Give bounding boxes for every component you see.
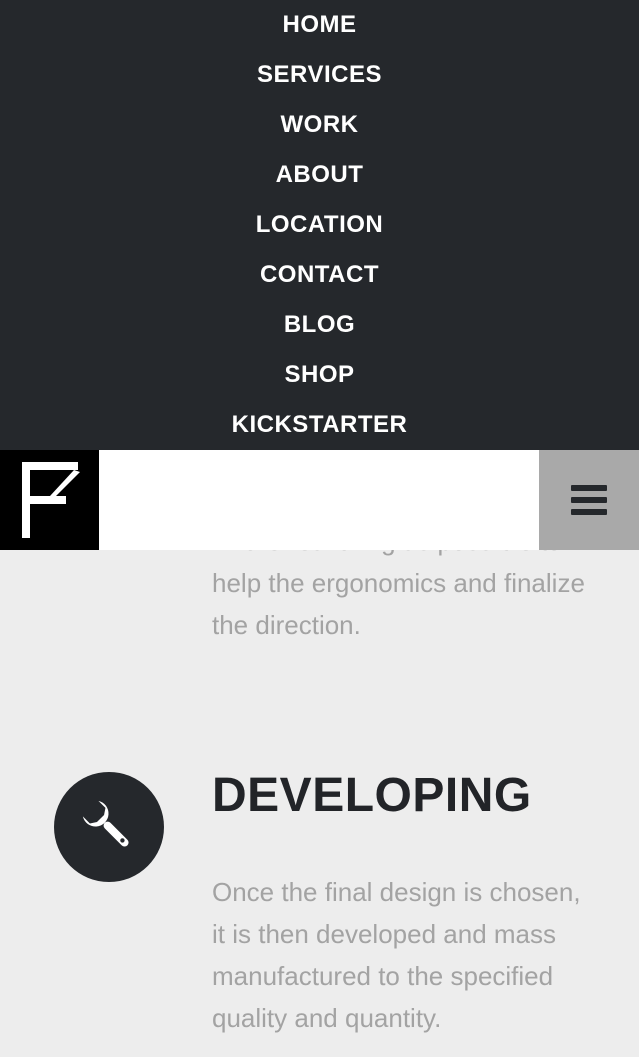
menu-item-services: SERVICES — [0, 50, 639, 100]
developing-icon-circle — [54, 772, 164, 882]
menu-item-kickstarter: KICKSTARTER — [0, 400, 639, 450]
menu-item-home: HOME — [0, 0, 639, 50]
main-navigation-menu: HOME SERVICES WORK ABOUT LOCATION CONTAC… — [0, 0, 639, 450]
menu-toggle-button[interactable] — [539, 450, 639, 550]
menu-item-blog: BLOG — [0, 300, 639, 350]
site-header — [0, 450, 639, 550]
wrench-icon — [82, 800, 129, 847]
menu-link-shop[interactable]: SHOP — [284, 361, 354, 389]
menu-link-work[interactable]: WORK — [281, 111, 359, 139]
developing-description: Once the final design is chosen, it is t… — [212, 877, 581, 1033]
menu-item-location: LOCATION — [0, 200, 639, 250]
developing-title: DEVELOPING — [212, 769, 532, 822]
fk-logo-icon — [22, 462, 80, 538]
menu-item-contact: CONTACT — [0, 250, 639, 300]
menu-link-services[interactable]: SERVICES — [257, 61, 382, 89]
menu-link-location[interactable]: LOCATION — [256, 211, 384, 239]
menu-link-about[interactable]: ABOUT — [276, 161, 364, 189]
site-logo[interactable] — [0, 450, 99, 550]
menu-item-about: ABOUT — [0, 150, 639, 200]
menu-link-blog[interactable]: BLOG — [284, 311, 355, 339]
menu-item-work: WORK — [0, 100, 639, 150]
menu-item-shop: SHOP — [0, 350, 639, 400]
hamburger-icon — [571, 485, 607, 515]
menu-link-kickstarter[interactable]: KICKSTARTER — [232, 411, 408, 439]
menu-link-home[interactable]: HOME — [283, 11, 357, 39]
menu-link-contact[interactable]: CONTACT — [260, 261, 379, 289]
